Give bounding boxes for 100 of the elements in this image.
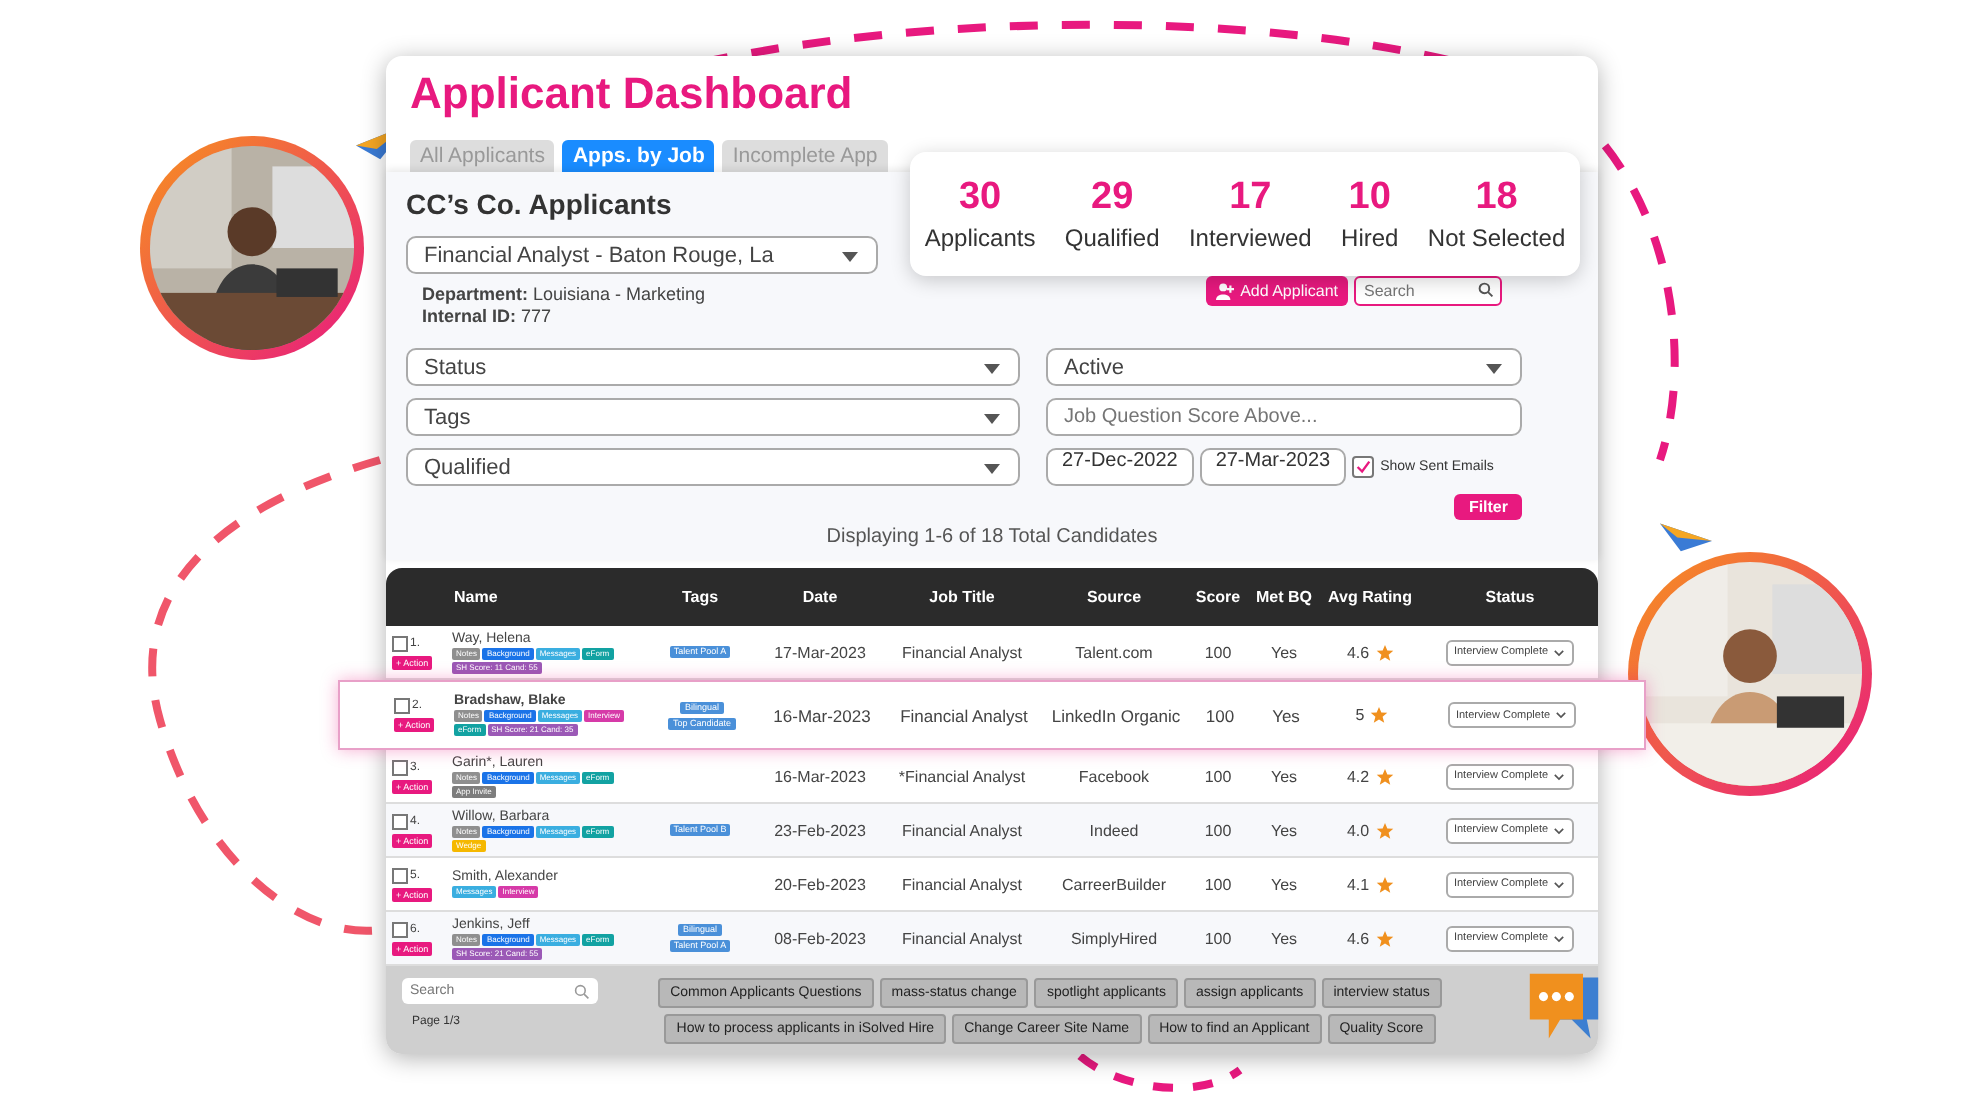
source-cell: SimplyHired [1070, 929, 1158, 947]
job-title-cell: Financial Analyst [901, 875, 1023, 893]
source-cell: Facebook [1078, 767, 1150, 785]
internal-id-text: Internal ID: 777 [422, 306, 554, 328]
add-applicant-button[interactable]: Add Applicant [1206, 276, 1348, 306]
column-header: Date [800, 588, 840, 606]
star-icon [1375, 929, 1394, 947]
chevron-icon [1552, 931, 1567, 945]
column-header: Avg Rating [1326, 588, 1414, 606]
job-title-cell: Financial Analyst [901, 643, 1023, 661]
chevron-icon [1552, 823, 1567, 837]
date-field[interactable]: 27-Mar-2023 [1199, 448, 1347, 486]
job-title-cell: Financial Analyst [901, 821, 1023, 839]
date-cell: 17-Mar-2023 [774, 643, 866, 661]
date-cell: 08-Feb-2023 [774, 929, 866, 947]
source-cell: Indeed [1089, 821, 1139, 839]
filter-select[interactable]: Qualified [406, 448, 1020, 486]
select-value: Tags [424, 405, 471, 429]
chevron-icon [1552, 645, 1567, 659]
met-bq-cell: Yes [1270, 767, 1298, 785]
row-checkbox[interactable] [392, 635, 408, 651]
rating-value: 4.6 [1346, 929, 1370, 947]
score-field[interactable]: Job Question Score Above... [1046, 398, 1522, 436]
job-title-cell: *Financial Analyst [898, 767, 1026, 785]
row-checkbox[interactable] [394, 698, 410, 714]
panel-title: CC’s Co. Applicants [406, 188, 672, 220]
department-text: Department: Louisiana - Marketing [422, 284, 706, 306]
checkbox[interactable] [1352, 456, 1375, 478]
column-header: Source [1084, 588, 1144, 606]
select-value: Qualified [424, 455, 511, 479]
date-field[interactable]: 27-Dec-2022 [1046, 448, 1194, 486]
met-bq-cell: Yes [1270, 643, 1298, 661]
rating-value: 4.2 [1346, 767, 1370, 785]
chevron-icon [1554, 708, 1569, 722]
column-header: Tags [679, 588, 721, 606]
date-cell: 16-Mar-2023 [773, 705, 871, 725]
chevron-icon [1552, 877, 1567, 891]
stat-value: 10 [1348, 176, 1391, 220]
row-checkbox[interactable] [392, 867, 408, 883]
rating-value: 4.0 [1346, 821, 1370, 839]
score-cell: 100 [1204, 643, 1232, 661]
star-icon [1375, 821, 1394, 839]
score-cell: 100 [1204, 875, 1232, 893]
stat-value: 30 [958, 176, 1002, 220]
source-cell: Talent.com [1075, 643, 1153, 661]
star-icon [1375, 767, 1394, 785]
star-icon [1370, 706, 1389, 724]
star-icon [1375, 875, 1394, 893]
search-icon [1478, 282, 1494, 298]
rating-value: 5 [1355, 706, 1365, 724]
met-bq-cell: Yes [1270, 929, 1298, 947]
job-select[interactable]: Financial Analyst - Baton Rouge, La [406, 236, 878, 274]
source-cell: CarreerBuilder [1061, 875, 1167, 893]
met-bq-cell: Yes [1270, 875, 1298, 893]
rating-value: 4.6 [1346, 643, 1370, 661]
column-header: Status [1483, 588, 1537, 606]
date-cell: 16-Mar-2023 [774, 767, 866, 785]
score-cell: 100 [1205, 705, 1235, 725]
filter-select[interactable]: Tags [406, 398, 1020, 436]
column-header: Name [452, 588, 500, 606]
add-user-icon [1216, 282, 1235, 300]
stat-label: Qualified [1064, 224, 1160, 252]
date-cell: 20-Feb-2023 [774, 875, 866, 893]
stat-label: Not Selected [1427, 224, 1566, 252]
window-title: Applicant Dashboard [408, 66, 855, 122]
score-cell: 100 [1204, 929, 1232, 947]
job-title-cell: Financial Analyst [901, 929, 1023, 947]
row-checkbox[interactable] [392, 813, 408, 829]
results-summary: Displaying 1-6 of 18 Total Candidates [824, 526, 1160, 548]
row-checkbox[interactable] [392, 759, 408, 775]
met-bq-cell: Yes [1272, 705, 1300, 725]
search-field[interactable]: Search [1354, 276, 1502, 306]
stat-label: Hired [1341, 224, 1399, 252]
select-value: Financial Analyst - Baton Rouge, La [424, 243, 774, 267]
star-icon [1375, 643, 1394, 661]
select-value: Status [424, 355, 487, 379]
check-icon [1354, 458, 1373, 476]
column-header: Score [1193, 588, 1243, 606]
column-header: Job Title [927, 588, 997, 606]
score-cell: 100 [1204, 767, 1232, 785]
met-bq-cell: Yes [1270, 821, 1298, 839]
filter-button[interactable]: Filter [1454, 494, 1522, 520]
row-checkbox[interactable] [392, 921, 408, 937]
source-cell: LinkedIn Organic [1051, 705, 1181, 725]
chevron-icon [1552, 769, 1567, 783]
job-title-cell: Financial Analyst [900, 705, 1028, 725]
select-value: Active [1064, 355, 1124, 379]
date-cell: 23-Feb-2023 [774, 821, 866, 839]
stat-label: Applicants [924, 224, 1036, 252]
rating-value: 4.1 [1346, 875, 1370, 893]
stat-label: Interviewed [1188, 224, 1312, 252]
search-icon [574, 983, 590, 999]
state-filter-select[interactable]: Active [1046, 348, 1522, 386]
stat-value: 29 [1091, 176, 1134, 220]
stat-value: 17 [1229, 176, 1272, 220]
filter-select[interactable]: Status [406, 348, 1020, 386]
column-header: Met BQ [1254, 588, 1314, 606]
score-cell: 100 [1204, 821, 1232, 839]
tab[interactable]: Apps. by Job [562, 140, 715, 172]
stat-value: 18 [1475, 176, 1518, 220]
